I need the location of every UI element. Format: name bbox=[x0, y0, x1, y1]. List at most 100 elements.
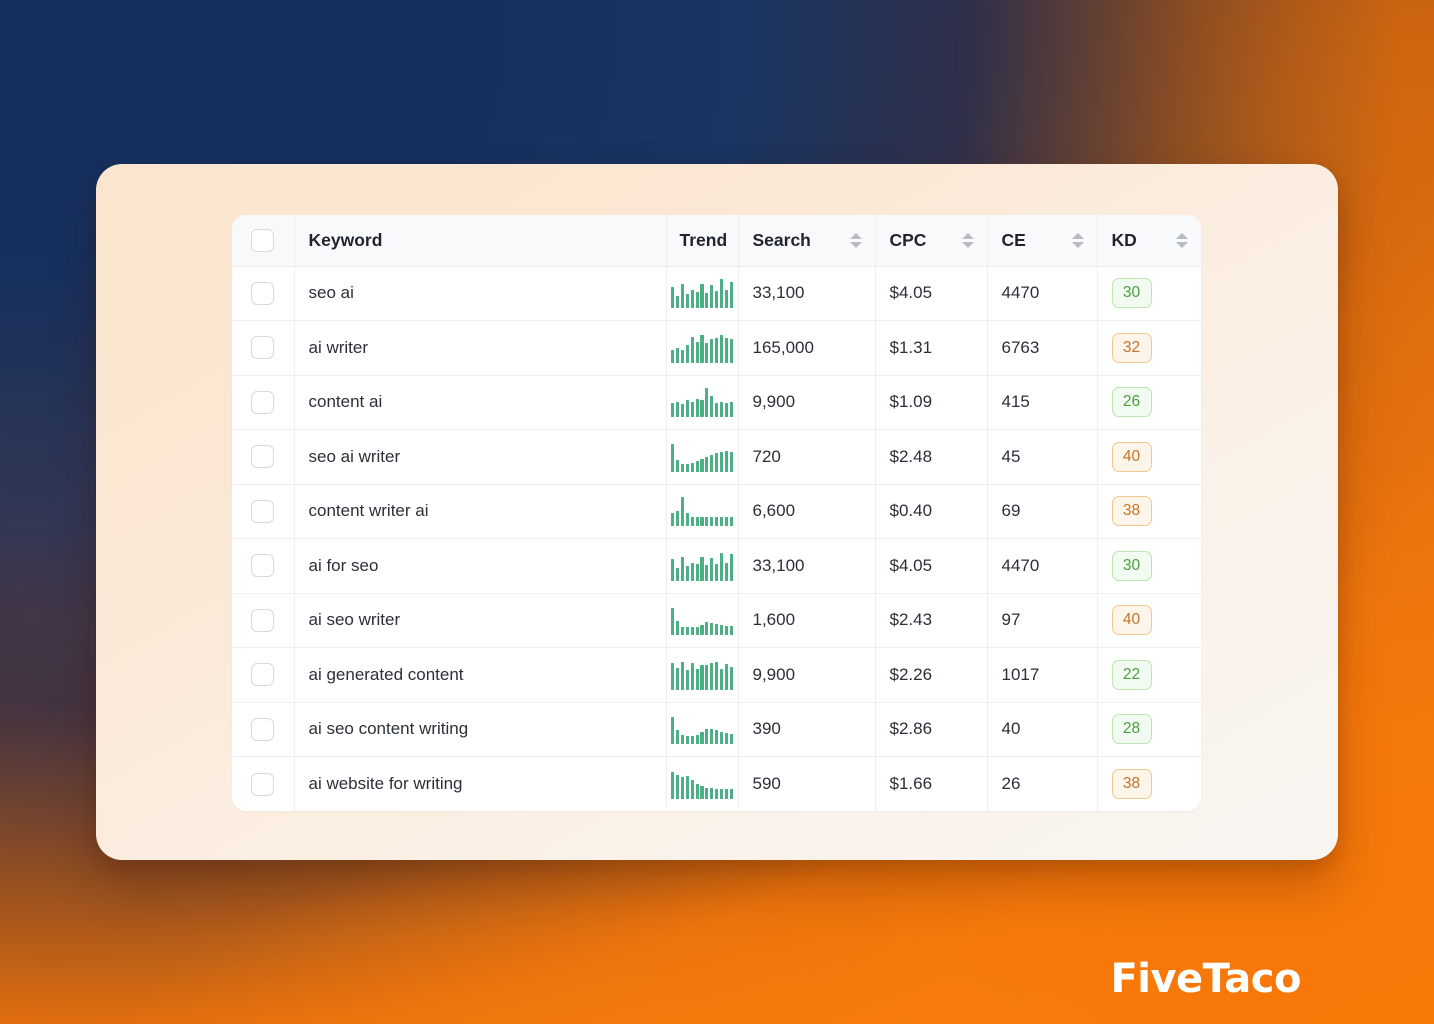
row-checkbox[interactable] bbox=[251, 390, 275, 414]
sparkline-bar bbox=[676, 347, 680, 363]
sparkline-bar bbox=[695, 563, 699, 581]
cell-kd: 30 bbox=[1097, 266, 1201, 321]
row-checkbox[interactable] bbox=[251, 663, 275, 687]
sort-icon-ce[interactable] bbox=[1071, 232, 1084, 248]
sparkline-bar bbox=[700, 731, 704, 745]
cell-cpc: $2.48 bbox=[875, 429, 988, 485]
column-header-ce-label: CE bbox=[1001, 229, 1026, 250]
row-select-cell bbox=[232, 484, 295, 539]
sort-icon-cpc[interactable] bbox=[961, 232, 974, 248]
sparkline-bar bbox=[715, 338, 719, 363]
cell-keyword: ai website for writing bbox=[294, 756, 667, 811]
table-row: ai seo content writing 390 $2.86 40 28 bbox=[232, 702, 1201, 757]
sparkline-bar bbox=[729, 281, 733, 309]
sparkline-bar bbox=[719, 552, 724, 581]
sparkline-bar bbox=[676, 459, 680, 472]
sparkline-bar bbox=[724, 290, 728, 309]
kd-badge: 26 bbox=[1111, 387, 1152, 418]
cell-ce: 45 bbox=[987, 429, 1098, 485]
sparkline-bar bbox=[680, 556, 685, 581]
kd-badge: 28 bbox=[1111, 714, 1152, 745]
cell-search: 33,100 bbox=[738, 538, 876, 594]
trend-sparkline bbox=[667, 333, 738, 363]
sparkline-bar bbox=[719, 451, 724, 472]
cell-search: 1,600 bbox=[738, 593, 876, 648]
cell-trend bbox=[666, 320, 739, 376]
sparkline-bar bbox=[680, 497, 685, 527]
cell-keyword: content ai bbox=[294, 375, 667, 430]
cell-cpc: $2.86 bbox=[875, 702, 988, 757]
sparkline-bar bbox=[715, 788, 719, 799]
sparkline-bar bbox=[705, 728, 709, 745]
column-header-kd-inner: KD bbox=[1111, 229, 1202, 250]
sparkline-bar bbox=[685, 669, 689, 690]
sparkline-bar bbox=[680, 404, 685, 418]
row-checkbox[interactable] bbox=[251, 554, 275, 578]
cell-kd: 40 bbox=[1097, 429, 1201, 485]
column-header-select-all bbox=[232, 215, 295, 267]
row-checkbox[interactable] bbox=[251, 608, 275, 632]
column-header-search[interactable]: Search bbox=[738, 215, 876, 267]
sparkline-bar bbox=[705, 622, 709, 636]
trend-sparkline bbox=[667, 387, 738, 418]
cell-search: 390 bbox=[738, 702, 876, 757]
sparkline-bar bbox=[724, 337, 728, 363]
sparkline-bar bbox=[700, 399, 704, 418]
table-row: ai for seo 33,100 $4.05 4470 30 bbox=[232, 538, 1201, 594]
cell-search: 9,900 bbox=[738, 375, 876, 430]
sparkline-bar bbox=[671, 716, 675, 745]
sparkline-bar bbox=[700, 786, 704, 799]
sparkline-bar bbox=[700, 625, 704, 636]
column-header-ce[interactable]: CE bbox=[987, 215, 1098, 267]
sparkline-bar bbox=[671, 558, 675, 581]
sparkline-bar bbox=[690, 402, 694, 418]
column-header-kd-label: KD bbox=[1111, 229, 1137, 250]
row-checkbox[interactable] bbox=[251, 772, 275, 796]
sparkline-bar bbox=[690, 462, 694, 472]
sparkline-bar bbox=[724, 663, 728, 690]
sparkline-bar bbox=[695, 735, 699, 745]
sparkline-bar bbox=[715, 662, 719, 690]
sparkline-bar bbox=[710, 284, 714, 309]
sparkline-bar bbox=[715, 624, 719, 636]
sparkline-bar bbox=[719, 668, 724, 690]
row-checkbox[interactable] bbox=[251, 499, 275, 523]
row-select-wrap bbox=[232, 772, 294, 796]
row-checkbox[interactable] bbox=[251, 717, 275, 741]
cell-search: 33,100 bbox=[738, 266, 876, 321]
sparkline-bar bbox=[685, 345, 689, 363]
cell-keyword: ai generated content bbox=[294, 647, 667, 703]
row-select-cell bbox=[232, 320, 295, 376]
sparkline-bar bbox=[695, 784, 699, 799]
sparkline-bar bbox=[690, 662, 694, 690]
cell-trend bbox=[666, 702, 739, 757]
cell-keyword: seo ai writer bbox=[294, 429, 667, 485]
fivetaco-logo: FiveTaco bbox=[1110, 956, 1301, 1002]
row-select-wrap bbox=[232, 608, 294, 632]
sparkline-bar bbox=[680, 662, 685, 690]
row-checkbox[interactable] bbox=[251, 336, 275, 360]
cell-keyword: content writer ai bbox=[294, 484, 667, 539]
column-header-cpc[interactable]: CPC bbox=[875, 215, 988, 267]
sparkline-bar bbox=[676, 775, 680, 799]
trend-sparkline bbox=[667, 496, 738, 527]
sparkline-bar bbox=[724, 733, 728, 745]
sparkline-bar bbox=[680, 735, 685, 745]
kd-badge: 38 bbox=[1111, 496, 1152, 527]
sort-icon-search[interactable] bbox=[849, 232, 862, 248]
trend-sparkline bbox=[667, 605, 738, 636]
keyword-table-container: Keyword Trend Search CPC CE KD seo ai 33… bbox=[232, 215, 1201, 811]
row-checkbox[interactable] bbox=[251, 281, 275, 305]
cell-search: 6,600 bbox=[738, 484, 876, 539]
row-checkbox[interactable] bbox=[251, 445, 275, 469]
sparkline-bar bbox=[710, 517, 714, 527]
column-header-kd[interactable]: KD bbox=[1097, 215, 1202, 267]
sparkline-bar bbox=[715, 403, 719, 418]
trend-sparkline bbox=[667, 769, 738, 799]
kd-badge: 30 bbox=[1111, 550, 1152, 581]
select-all-checkbox[interactable] bbox=[251, 228, 275, 252]
table-row: content writer ai 6,600 $0.40 69 38 bbox=[232, 484, 1201, 539]
cell-ce: 4470 bbox=[987, 538, 1098, 594]
sort-icon-kd[interactable] bbox=[1176, 232, 1188, 248]
keyword-results-card: Keyword Trend Search CPC CE KD seo ai 33… bbox=[96, 164, 1338, 860]
